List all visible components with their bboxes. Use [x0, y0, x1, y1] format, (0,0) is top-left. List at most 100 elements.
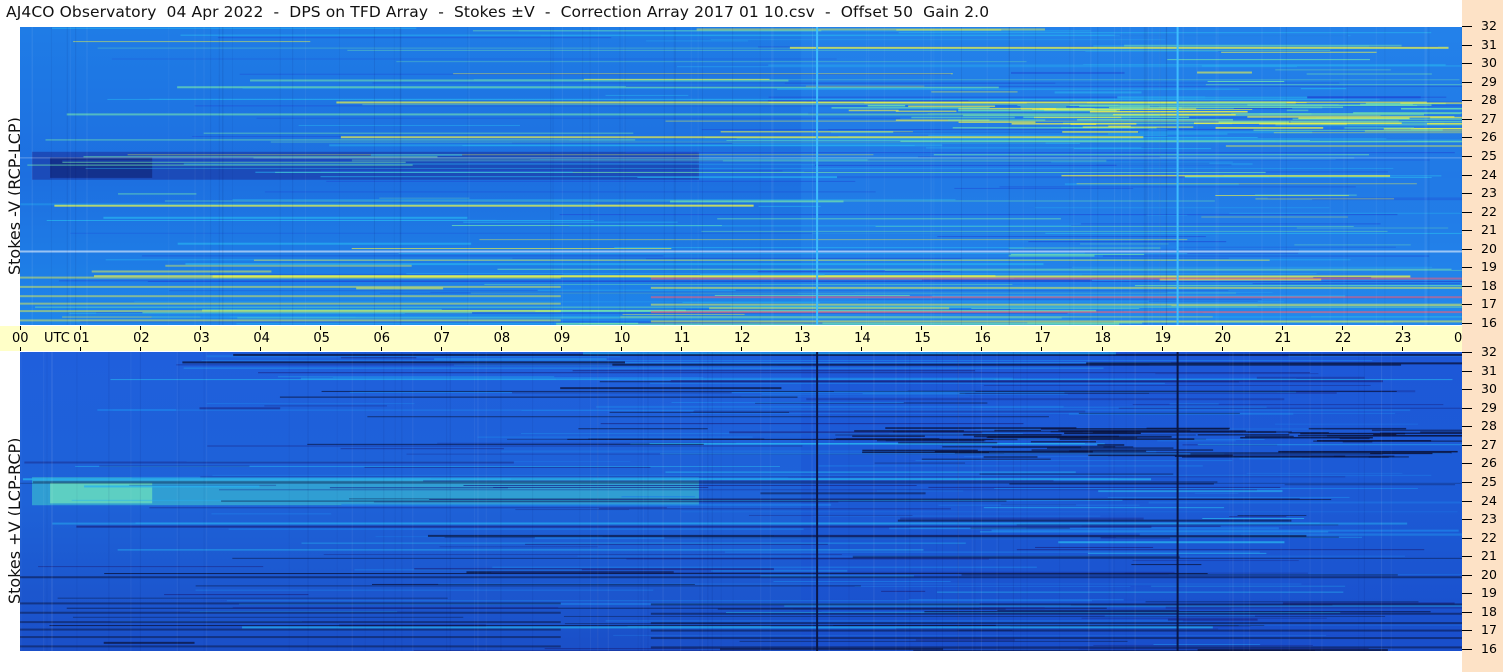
- rfi-streak: [398, 253, 1188, 255]
- vertical-striation: [1022, 27, 1024, 325]
- rfi-streak: [1201, 216, 1348, 218]
- vertical-striation: [998, 352, 1000, 651]
- frequency-tick-label: 16: [1481, 641, 1497, 656]
- rfi-streak: [638, 322, 823, 324]
- vertical-striation: [1243, 352, 1245, 651]
- time-tick-label: 18: [1094, 331, 1112, 346]
- time-tick-mark: [1041, 347, 1043, 351]
- rfi-streak: [898, 32, 1432, 34]
- band27-streak: [1316, 440, 1432, 442]
- vertical-striation: [1035, 27, 1037, 325]
- vertical-striation: [957, 352, 959, 651]
- vertical-striation: [222, 27, 224, 325]
- band27-streak: [1420, 431, 1462, 433]
- vertical-striation: [873, 352, 875, 651]
- frequency-tick-label: 20: [1481, 567, 1497, 582]
- time-tick-mark: [620, 347, 622, 351]
- rfi-streak: [370, 153, 463, 156]
- rfi-streak: [1165, 606, 1462, 609]
- rfi-streak: [833, 390, 976, 392]
- rfi-streak: [555, 378, 1297, 380]
- rfi-streak: [99, 465, 250, 467]
- rfi-streak: [117, 549, 924, 551]
- rfi-streak: [329, 487, 508, 489]
- time-tick-mark: [861, 347, 863, 351]
- frequency-tick-mark: [1462, 249, 1472, 250]
- frequency-tick-label: 29: [1481, 74, 1497, 89]
- vertical-striation: [394, 352, 396, 651]
- vertical-striation: [1143, 27, 1145, 325]
- time-tick-mark: [1101, 326, 1103, 330]
- rfi-streak: [1148, 300, 1258, 302]
- frequency-tick-label: 18: [1481, 604, 1497, 619]
- rfi-streak: [994, 487, 1418, 489]
- vertical-striation: [1215, 27, 1217, 325]
- frequency-tick-mark: [1462, 519, 1472, 520]
- vertical-striation: [194, 27, 196, 325]
- low-band-left: [20, 276, 561, 279]
- vertical-striation: [288, 352, 290, 651]
- band27-streak: [911, 116, 1015, 119]
- low-band-left: [20, 285, 561, 288]
- rfi-streak: [354, 569, 582, 571]
- vertical-striation: [771, 27, 773, 325]
- band27-streak: [885, 427, 1077, 429]
- vertical-striation: [865, 27, 867, 325]
- vertical-striation: [732, 352, 734, 651]
- frequency-tick-mark: [1462, 45, 1472, 46]
- vertical-striation: [399, 27, 401, 325]
- vertical-striation: [582, 27, 584, 325]
- frequency-tick-label: 16: [1481, 315, 1497, 330]
- rfi-streak: [70, 232, 1046, 234]
- vertical-striation: [401, 352, 403, 651]
- vertical-striation: [607, 352, 609, 651]
- frequency-tick-label: 17: [1481, 296, 1497, 311]
- rfi-streak: [24, 461, 514, 464]
- band27-streak: [1344, 127, 1414, 129]
- vertical-striation: [1232, 352, 1234, 651]
- vertical-striation: [485, 352, 487, 651]
- frequency-tick-label: 31: [1481, 37, 1497, 52]
- time-tick-mark: [1161, 326, 1163, 330]
- rfi-streak: [1118, 407, 1462, 409]
- rfi-streak: [789, 46, 1449, 49]
- low-band-right: [650, 286, 1462, 289]
- time-tick-mark: [1281, 347, 1283, 351]
- rfi-streak: [264, 191, 876, 193]
- rfi-streak: [379, 197, 470, 199]
- rfi-streak: [341, 503, 832, 506]
- rfi-streak: [484, 283, 1013, 285]
- vertical-striation: [619, 27, 621, 325]
- vertical-striation: [760, 352, 762, 651]
- time-tick-mark: [20, 326, 21, 330]
- frequency-tick-mark: [1462, 649, 1472, 650]
- rfi-streak: [596, 405, 1064, 408]
- rfi-streak: [491, 571, 1175, 573]
- low-band-right: [650, 277, 1462, 280]
- vertical-striation: [1182, 27, 1184, 325]
- rfi-streak: [748, 514, 913, 516]
- rfi-streak: [203, 132, 634, 134]
- frequency-tick-label: 27: [1481, 437, 1497, 452]
- vertical-striation: [108, 352, 110, 651]
- rfi-streak: [463, 221, 678, 223]
- vertical-striation: [1217, 27, 1219, 325]
- rfi-streak: [605, 620, 1183, 622]
- rfi-streak: [134, 301, 1285, 303]
- rfi-streak: [979, 607, 1045, 610]
- vertical-striation: [1288, 352, 1290, 651]
- band27-streak: [854, 430, 964, 432]
- rfi-streak: [62, 161, 406, 163]
- time-tick-label: 17: [1034, 331, 1051, 346]
- time-tick-mark: [440, 347, 442, 351]
- vertical-striation: [986, 27, 988, 325]
- rfi-streak: [613, 634, 1327, 636]
- rfi-streak: [599, 508, 951, 510]
- vertical-striation: [624, 27, 626, 325]
- time-tick-mark: [921, 347, 923, 351]
- low-band-left: [20, 319, 561, 322]
- rfi-streak: [301, 542, 966, 544]
- vertical-marker: [1176, 352, 1179, 651]
- vertical-striation: [168, 27, 170, 325]
- rfi-streak: [699, 274, 825, 276]
